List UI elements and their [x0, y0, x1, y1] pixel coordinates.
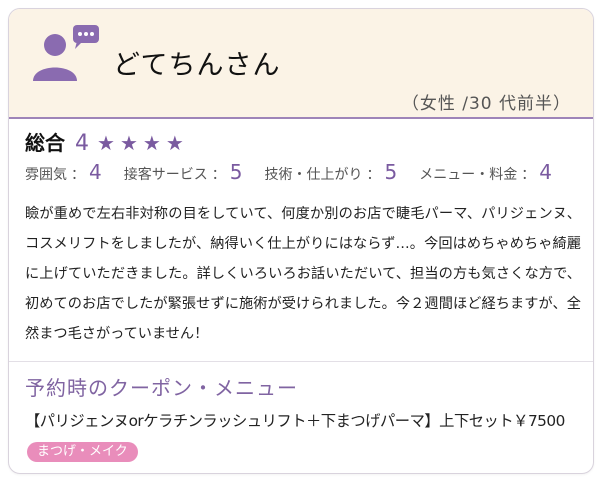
- sub-rating-label: 雰囲気: [25, 167, 67, 183]
- coupon-title: 予約時のクーポン・メニュー: [25, 376, 298, 400]
- section-divider: [9, 361, 593, 362]
- user-comment-icon: [33, 25, 99, 81]
- star-icon: ★: [97, 131, 115, 155]
- reviewer-profile: （女性 /30 代前半）: [401, 94, 571, 114]
- sub-ratings: 雰囲気： 4 接客サービス： 5 技術・仕上がり： 5 メニュー・料金： 4: [25, 160, 552, 184]
- review-header: どてちんさん （女性 /30 代前半）: [9, 9, 593, 117]
- overall-rating: 総合 4 ★ ★ ★ ★: [25, 127, 184, 159]
- star-icon: ★: [119, 131, 138, 155]
- star-icon: ★: [142, 131, 161, 155]
- overall-score: 4: [75, 131, 89, 156]
- star-rating: ★ ★ ★ ★: [97, 133, 184, 153]
- sub-rating-value: 4: [539, 160, 552, 184]
- coupon-link[interactable]: 【パリジェンヌorケラチンラッシュリフト＋下まつげパーマ】上下セット￥7500: [25, 409, 565, 431]
- reviewer-name: どてちんさん: [113, 50, 281, 81]
- sub-rating-label: メニュー・料金: [419, 167, 518, 183]
- sub-rating-value: 4: [89, 160, 102, 184]
- sub-rating-label: 技術・仕上がり: [264, 167, 363, 183]
- sub-rating-label: 接客サービス: [123, 167, 208, 183]
- review-card: どてちんさん （女性 /30 代前半） 総合 4 ★ ★ ★ ★ 雰囲気： 4 接…: [8, 8, 594, 474]
- sub-rating-value: 5: [229, 160, 243, 184]
- header-divider: [9, 117, 593, 119]
- review-comment: 瞼が重めで左右非対称の目をしていて、何度か別のお店で睫毛パーマ、パリジェンヌ、コ…: [25, 206, 581, 342]
- overall-label: 総合: [25, 131, 65, 155]
- category-tag[interactable]: まつげ・メイク: [27, 442, 138, 462]
- star-icon: ★: [165, 131, 184, 155]
- sub-rating-value: 5: [384, 160, 398, 184]
